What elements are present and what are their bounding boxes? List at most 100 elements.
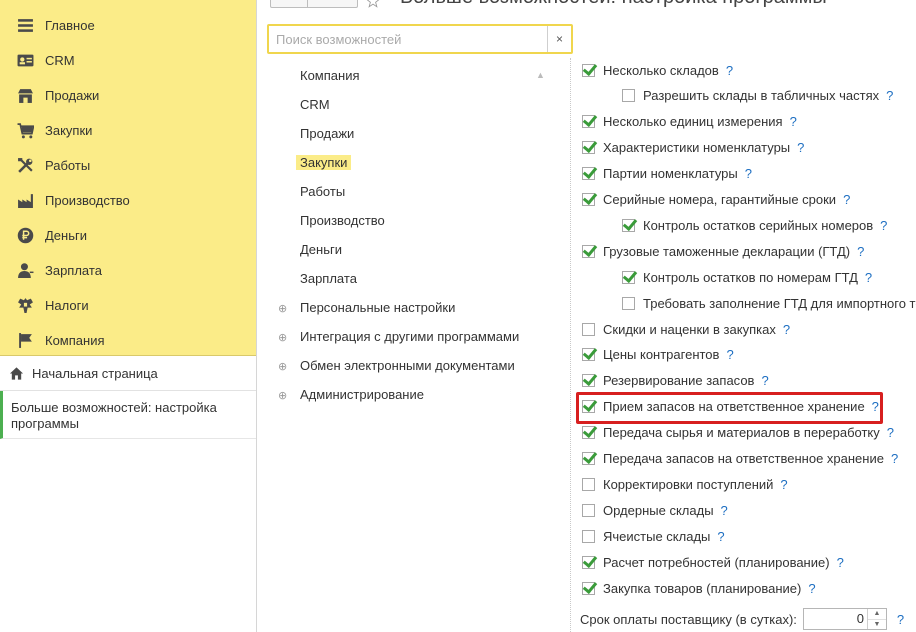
menu-item-taxes[interactable]: Налоги [0,288,256,323]
option-checkbox[interactable] [582,503,595,517]
open-window-tab[interactable]: Больше возможностей: настройка программы [0,391,256,439]
option-label[interactable]: Скидки и наценки в закупках [603,322,776,337]
expand-plus-icon[interactable]: ⊕ [278,385,296,407]
help-icon[interactable]: ? [880,218,887,233]
section-1[interactable]: CRM [278,94,334,116]
section-9[interactable]: ⊕ Интеграция с другими программами [278,326,523,348]
section-10[interactable]: ⊕ Обмен электронными документами [278,355,519,377]
option-checkbox[interactable] [582,374,595,388]
option-checkbox[interactable] [622,270,635,284]
menu-item-main[interactable]: Главное [0,8,256,43]
stepper-up-icon[interactable]: ▲ [867,609,886,620]
option-label[interactable]: Партии номенклатуры [603,166,738,181]
section-11[interactable]: ⊕ Администрирование [278,384,428,406]
stepper-down-icon[interactable]: ▼ [868,620,886,630]
option-label[interactable]: Ячеистые склады [603,529,710,544]
option-label[interactable]: Резервирование запасов [603,373,754,388]
option-checkbox[interactable] [622,89,635,103]
option-checkbox[interactable] [582,244,595,258]
help-icon[interactable]: ? [808,581,815,596]
option-label[interactable]: Закупка товаров (планирование) [603,581,801,596]
menu-item-company[interactable]: Компания [0,323,256,358]
back-forward-buttons[interactable] [270,0,358,8]
section-3[interactable]: Закупки [278,152,352,174]
menu-item-salary[interactable]: Зарплата [0,253,256,288]
option-checkbox[interactable] [582,426,595,440]
menu-item-money[interactable]: Деньги [0,218,256,253]
expand-plus-icon[interactable]: ⊕ [278,356,296,378]
option-checkbox[interactable] [582,348,595,362]
section-6[interactable]: Деньги [278,239,346,261]
option-label[interactable]: Передача сырья и материалов в переработк… [603,425,880,440]
option-checkbox[interactable] [582,452,595,465]
help-icon[interactable]: ? [783,322,790,337]
option-checkbox[interactable] [622,296,635,310]
option-label[interactable]: Корректировки поступлений [603,477,773,492]
help-icon[interactable]: ? [865,270,872,285]
supplier-payment-term-input[interactable]: 0 ▲ ▼ [802,608,887,630]
option-label[interactable]: Грузовые таможенные декларации (ГТД) [603,244,850,259]
option-checkbox[interactable] [582,322,595,336]
scroll-up-arrow-icon[interactable]: ▲ [536,70,545,80]
menu-item-sales[interactable]: Продажи [0,78,256,113]
option-label[interactable]: Несколько единиц измерения [603,114,783,129]
help-icon[interactable]: ? [726,63,733,78]
option-checkbox[interactable] [582,555,595,569]
help-icon[interactable]: ? [726,347,733,362]
home-page-link[interactable]: Начальная страница [0,356,256,391]
option-label[interactable]: Передача запасов на ответственное хранен… [603,451,884,466]
section-5[interactable]: Производство [278,210,389,232]
help-icon[interactable]: ? [886,88,893,103]
option-checkbox[interactable] [582,115,595,129]
help-icon[interactable]: ? [745,166,752,181]
search-input[interactable] [272,29,553,49]
section-0[interactable]: Компания [278,65,364,87]
option-checkbox[interactable] [622,218,635,232]
option-row: Передача сырья и материалов в переработк… [582,422,894,444]
help-icon[interactable]: ? [857,244,864,259]
help-icon[interactable]: ? [780,477,787,492]
search-clear-button[interactable]: × [547,26,571,52]
help-icon[interactable]: ? [897,612,904,627]
help-icon[interactable]: ? [761,373,768,388]
help-icon[interactable]: ? [843,192,850,207]
option-checkbox[interactable] [582,167,595,181]
menu-item-crm[interactable]: CRM [0,43,256,78]
help-icon[interactable]: ? [837,555,844,570]
option-label[interactable]: Серийные номера, гарантийные сроки [603,192,836,207]
section-2[interactable]: Продажи [278,123,358,145]
menu-item-works[interactable]: Работы [0,148,256,183]
section-7[interactable]: Зарплата [278,268,361,290]
option-label[interactable]: Расчет потребностей (планирование) [603,555,830,570]
option-label[interactable]: Ордерные склады [603,503,714,518]
option-label[interactable]: Несколько складов [603,63,719,78]
option-checkbox[interactable] [582,193,595,206]
option-checkbox[interactable] [582,529,595,543]
panel-divider[interactable] [570,58,571,632]
help-icon[interactable]: ? [797,140,804,155]
option-checkbox[interactable] [582,63,595,77]
option-label[interactable]: Характеристики номенклатуры [603,140,790,155]
expand-plus-icon[interactable]: ⊕ [278,327,296,349]
option-label[interactable]: Контроль остатков по номерам ГТД [643,270,858,285]
term-stepper[interactable]: ▲ ▼ [866,609,886,630]
option-label[interactable]: Требовать заполнение ГТД для импортного … [643,296,916,311]
star-icon[interactable] [366,0,380,8]
help-icon[interactable]: ? [721,503,728,518]
option-row: Несколько единиц измерения? [582,111,797,133]
option-label[interactable]: Разрешить склады в табличных частях [643,88,879,103]
menu-item-purchases[interactable]: Закупки [0,113,256,148]
expand-plus-icon[interactable]: ⊕ [278,298,296,320]
help-icon[interactable]: ? [891,451,898,466]
help-icon[interactable]: ? [790,114,797,129]
section-8[interactable]: ⊕ Персональные настройки [278,297,459,319]
option-label[interactable]: Цены контрагентов [603,347,719,362]
option-checkbox[interactable] [582,477,595,491]
option-checkbox[interactable] [582,141,595,155]
help-icon[interactable]: ? [887,425,894,440]
option-checkbox[interactable] [582,581,595,595]
help-icon[interactable]: ? [717,529,724,544]
option-label[interactable]: Контроль остатков серийных номеров [643,218,873,233]
menu-item-production[interactable]: Производство [0,183,256,218]
section-4[interactable]: Работы [278,181,349,203]
